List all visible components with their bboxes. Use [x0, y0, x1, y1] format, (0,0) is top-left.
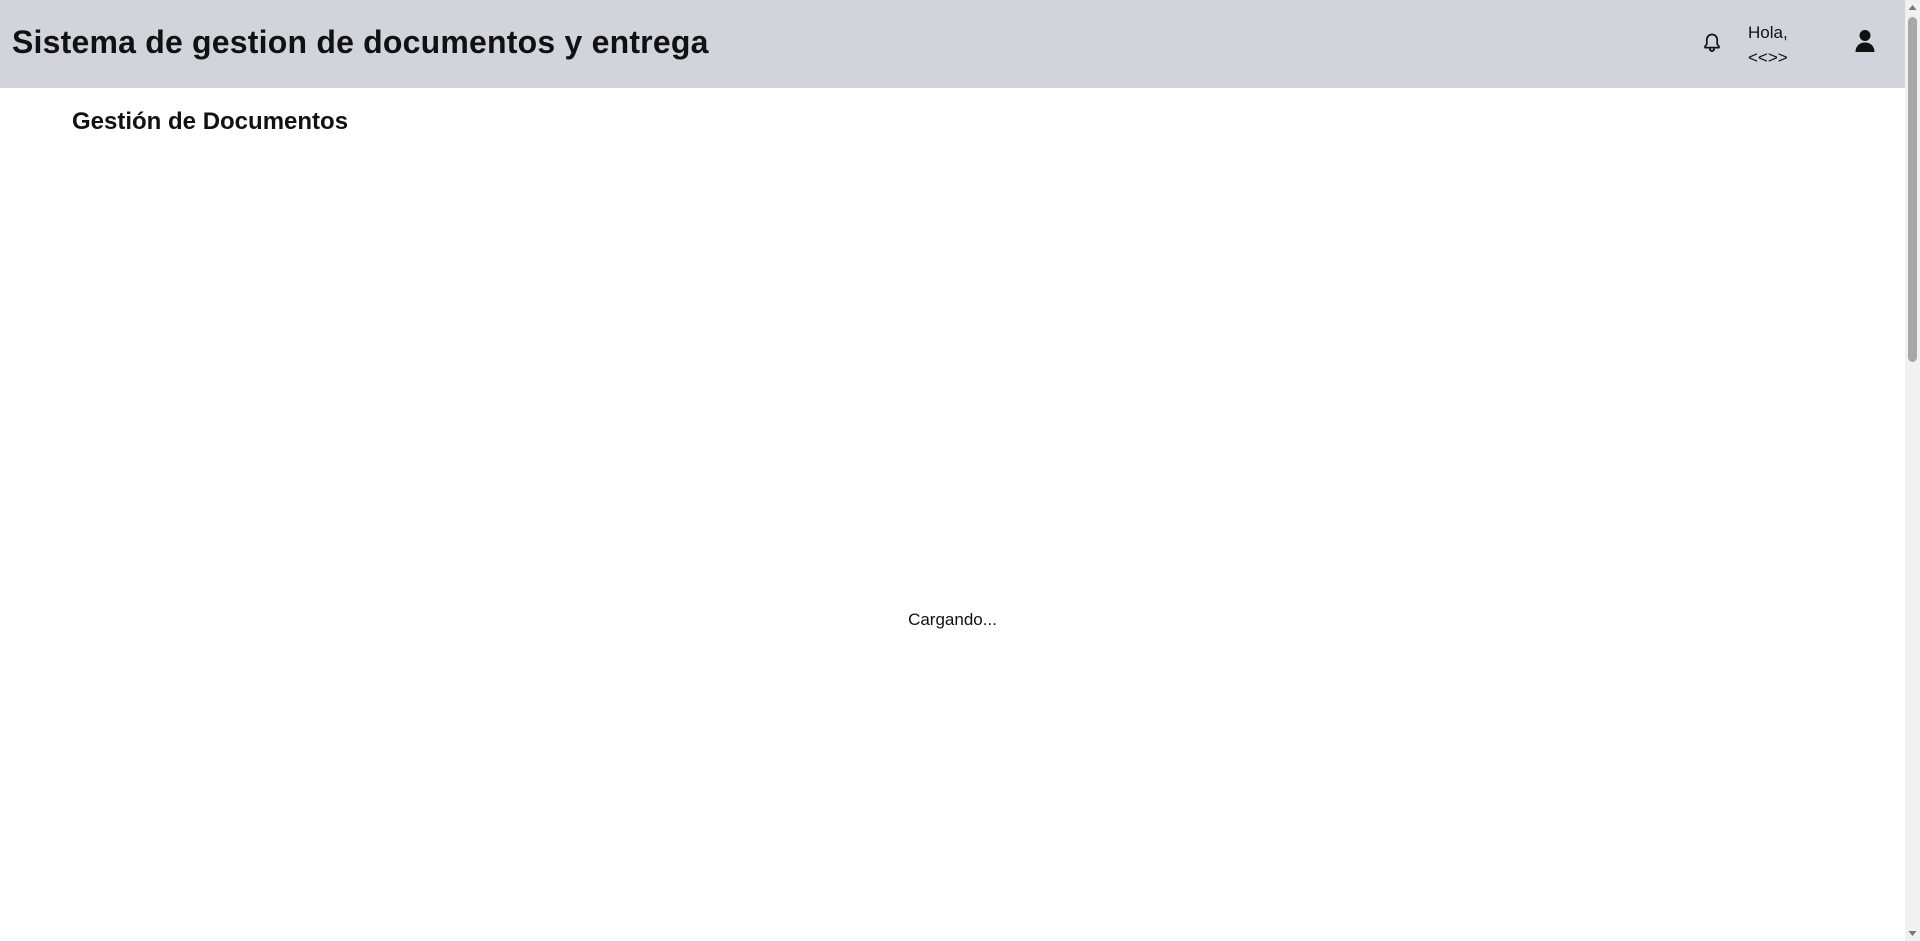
- top-bar: Sistema de gestion de documentos y entre…: [0, 0, 1905, 88]
- greeting-label: Hola,: [1748, 23, 1788, 42]
- vertical-scrollbar[interactable]: [1905, 0, 1920, 941]
- scroll-up-arrow-icon[interactable]: [1905, 0, 1920, 15]
- bell-icon[interactable]: [1702, 32, 1722, 54]
- scroll-down-arrow-icon[interactable]: [1905, 926, 1920, 941]
- user-greeting: Hola, <<>>: [1748, 20, 1818, 70]
- app-title: Sistema de gestion de documentos y entre…: [12, 24, 709, 60]
- scrollbar-thumb[interactable]: [1908, 17, 1917, 362]
- user-icon[interactable]: [1854, 29, 1876, 53]
- page-title: Gestión de Documentos: [72, 108, 349, 135]
- app-root: Sistema de gestion de documentos y entre…: [0, 0, 1905, 941]
- loading-indicator: Cargando...: [908, 610, 997, 629]
- user-name: <<>>: [1748, 48, 1788, 67]
